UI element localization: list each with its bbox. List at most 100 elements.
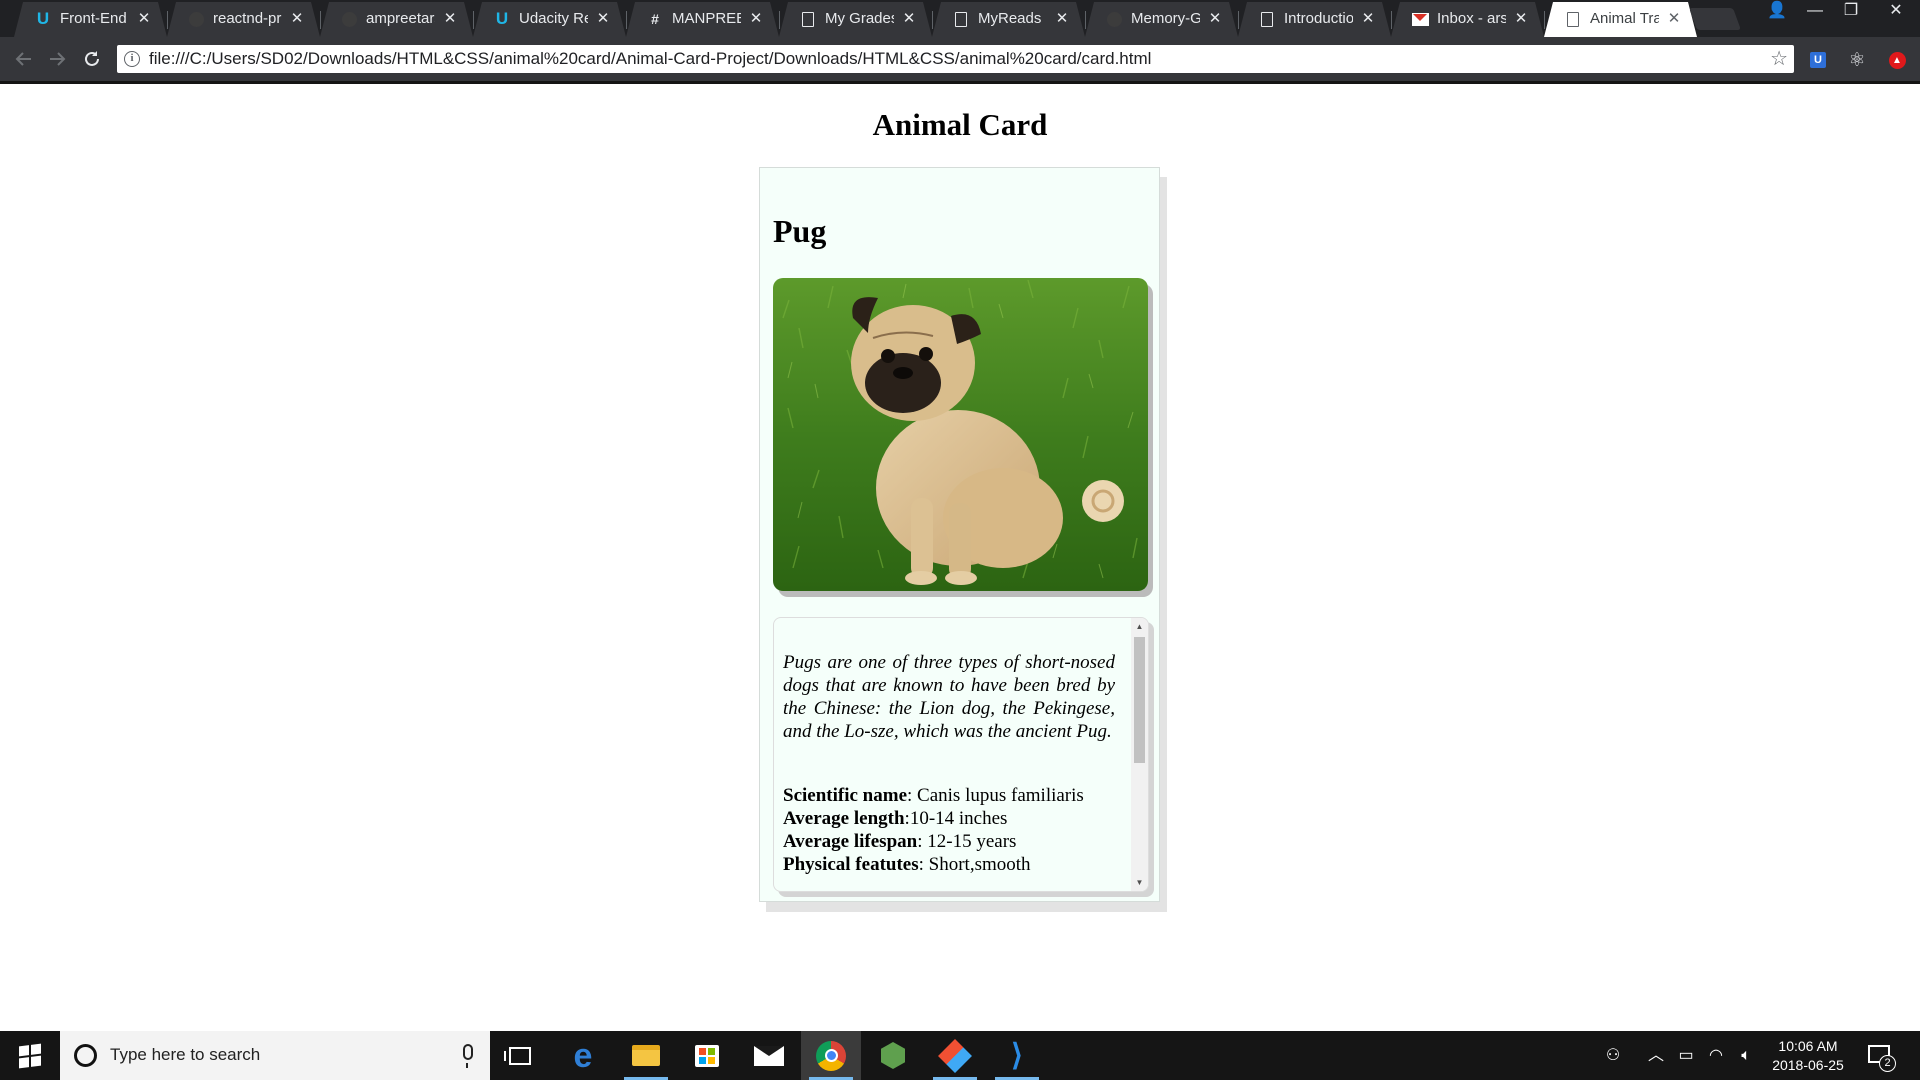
new-tab-button[interactable]: [1688, 8, 1742, 30]
document-icon: [799, 10, 817, 28]
pug-photo: [773, 278, 1148, 591]
minimize-button[interactable]: —: [1798, 0, 1832, 24]
window-close-button[interactable]: ✕: [1872, 0, 1920, 24]
tab-title: MyReads: [978, 10, 1042, 27]
notification-count-badge: 2: [1879, 1055, 1896, 1072]
tab-front-end[interactable]: U Front-End W ✕: [14, 2, 168, 37]
scrollbar-thumb[interactable]: [1134, 637, 1145, 763]
search-placeholder: Type here to search: [110, 1045, 261, 1064]
browser-tab-strip: U Front-End W ✕ reactnd-pro ✕ ampreetars…: [0, 0, 1920, 37]
page-title: Animal Card: [872, 107, 1048, 142]
description-box[interactable]: Pugs are one of three types of short-nos…: [773, 617, 1149, 892]
close-icon[interactable]: ✕: [1053, 10, 1071, 28]
red-extension-icon[interactable]: ▲: [1886, 49, 1908, 71]
fact-separator: :: [918, 854, 929, 875]
back-button[interactable]: [11, 46, 37, 72]
clock-date[interactable]: 2018-06-25: [1761, 1057, 1855, 1074]
info-icon[interactable]: i: [124, 51, 140, 67]
tab-memory-game[interactable]: Memory-Ga ✕: [1085, 2, 1239, 37]
close-icon[interactable]: ✕: [441, 10, 459, 28]
udacity-icon: U: [36, 9, 50, 28]
react-devtools-icon[interactable]: ⚛: [1846, 49, 1868, 71]
scroll-down-arrow-icon[interactable]: ▼: [1131, 874, 1148, 891]
browser-toolbar: i file:///C:/Users/SD02/Downloads/HTML&C…: [0, 37, 1920, 81]
gitkraken-button[interactable]: [925, 1031, 985, 1080]
description-scrollbar[interactable]: ▲ ▼: [1131, 618, 1148, 891]
profile-icon[interactable]: 👤: [1760, 0, 1794, 24]
reload-button[interactable]: [79, 46, 105, 72]
tab-ampreetarsl[interactable]: ampreetarsl ✕: [320, 2, 474, 37]
github-icon: [1105, 10, 1123, 28]
forward-button[interactable]: [44, 46, 70, 72]
chrome-button[interactable]: [801, 1031, 861, 1080]
tab-my-grades[interactable]: My Grades ✕: [779, 2, 933, 37]
windows-taskbar: Type here to search e ⟩ ⚇ ︿ ▭ ◠ 🔈︎ 10:06…: [0, 1031, 1920, 1080]
fact-average-lifespan: Average lifespan: 12-15 years: [783, 830, 1123, 853]
vscode-icon: ⟩: [1011, 1038, 1023, 1072]
close-icon[interactable]: ✕: [1359, 10, 1377, 28]
node-icon: [881, 1042, 905, 1069]
gmail-icon: [1411, 10, 1429, 28]
tab-reactnd[interactable]: reactnd-pro ✕: [167, 2, 321, 37]
facts-list: Scientific name: Canis lupus familiaris …: [783, 784, 1123, 876]
tab-title: reactnd-pro: [213, 10, 282, 27]
close-icon[interactable]: ✕: [900, 10, 918, 28]
file-explorer-button[interactable]: [616, 1031, 676, 1080]
fact-physical-features: Physical featutes: Short,smooth: [783, 853, 1123, 876]
wifi-icon[interactable]: ◠: [1705, 1047, 1727, 1065]
taskbar-search-box[interactable]: Type here to search: [60, 1031, 490, 1080]
tab-title: Udacity Rev: [519, 10, 588, 27]
page-viewport: Animal Card Pug Pugs are one of three ty…: [0, 84, 1920, 1031]
fact-separator: :: [907, 785, 918, 806]
restore-button[interactable]: ❐: [1834, 0, 1868, 24]
tab-title: Introductio: [1284, 10, 1353, 27]
url-text[interactable]: file:///C:/Users/SD02/Downloads/HTML&CSS…: [149, 49, 1151, 69]
close-icon[interactable]: ✕: [747, 10, 765, 28]
close-icon[interactable]: ✕: [288, 10, 306, 28]
github-icon: [340, 10, 358, 28]
tab-manpreet[interactable]: # MANPREET ✕: [626, 2, 780, 37]
document-icon: [952, 10, 970, 28]
file-explorer-icon: [632, 1045, 660, 1066]
store-button[interactable]: [677, 1031, 737, 1080]
bookmark-star-icon[interactable]: ☆: [1770, 48, 1788, 70]
tab-udacity-review[interactable]: U Udacity Rev ✕: [473, 2, 627, 37]
tab-myreads[interactable]: MyReads ✕: [932, 2, 1086, 37]
address-bar[interactable]: i file:///C:/Users/SD02/Downloads/HTML&C…: [117, 45, 1794, 73]
forward-arrow-icon: [50, 52, 66, 66]
tab-inbox[interactable]: Inbox - arsh ✕: [1391, 2, 1545, 37]
fact-value: 10-14 inches: [909, 808, 1008, 829]
close-icon[interactable]: ✕: [594, 10, 612, 28]
vscode-button[interactable]: ⟩: [987, 1031, 1047, 1080]
clock-time[interactable]: 10:06 AM: [1761, 1038, 1855, 1055]
fact-label: Scientific name: [783, 785, 908, 806]
close-icon[interactable]: ✕: [135, 10, 153, 28]
volume-icon[interactable]: 🔈︎: [1735, 1047, 1757, 1065]
udacity-extension-icon[interactable]: U: [1807, 49, 1829, 71]
people-icon[interactable]: ⚇: [1602, 1047, 1624, 1065]
gitkraken-icon: [938, 1038, 972, 1073]
task-view-button[interactable]: [490, 1031, 550, 1080]
mail-button[interactable]: [739, 1031, 799, 1080]
tab-animal-trading-card[interactable]: Animal Trad ✕: [1544, 2, 1697, 37]
tab-title: Inbox - arsh: [1437, 10, 1506, 27]
store-icon: [695, 1044, 719, 1067]
close-icon[interactable]: ✕: [1665, 10, 1683, 28]
start-button[interactable]: [0, 1031, 60, 1080]
fact-label: Average lifespan: [783, 831, 918, 852]
close-icon[interactable]: ✕: [1512, 10, 1530, 28]
microphone-icon[interactable]: [463, 1044, 473, 1068]
tab-title: ampreetarsl: [366, 10, 435, 27]
back-arrow-icon: [15, 52, 31, 66]
show-hidden-icons-chevron-icon[interactable]: ︿: [1645, 1047, 1667, 1065]
edge-button[interactable]: e: [553, 1031, 613, 1080]
fact-separator: :: [917, 831, 928, 852]
mail-icon: [754, 1045, 784, 1066]
close-icon[interactable]: ✕: [1206, 10, 1224, 28]
tab-introduction[interactable]: Introductio ✕: [1238, 2, 1392, 37]
node-button[interactable]: [863, 1031, 923, 1080]
document-icon: [1564, 10, 1582, 28]
battery-icon[interactable]: ▭: [1675, 1047, 1697, 1065]
scroll-up-arrow-icon[interactable]: ▲: [1131, 618, 1148, 635]
cortana-icon: [74, 1044, 97, 1067]
